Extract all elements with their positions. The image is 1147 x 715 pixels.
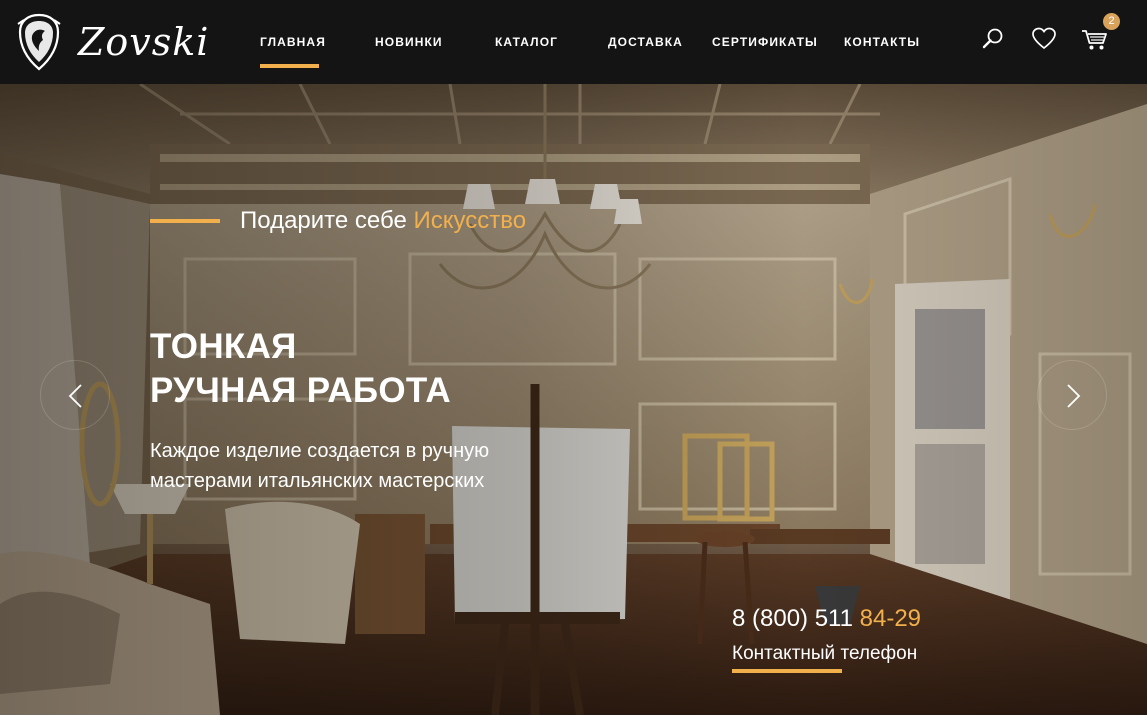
slider-prev-button[interactable] [40, 360, 110, 430]
nav-item-home[interactable]: ГЛАВНАЯ [260, 35, 326, 49]
cart-count-badge: 2 [1103, 13, 1120, 30]
logo[interactable]: Zovski [14, 12, 209, 72]
nav-item-delivery[interactable]: ДОСТАВКА [608, 35, 683, 49]
tagline-accent: Искусство [413, 207, 527, 234]
chevron-right-icon [1067, 384, 1081, 408]
crest-icon [17, 13, 61, 71]
hero-title: ТОНКАЯ РУЧНАЯ РАБОТА [150, 325, 451, 413]
phone-underline [732, 669, 842, 673]
tagline-prefix: Подарите себе [240, 207, 414, 234]
hero-tagline: Подарите себе Искусство [240, 207, 526, 235]
active-nav-indicator [260, 64, 319, 68]
hero-subtitle-line2: мастерами итальянских мастерских [150, 470, 485, 492]
hero-slider: Подарите себе Искусство ТОНКАЯ РУЧНАЯ РА… [0, 84, 1147, 715]
phone-accent: 84-29 [859, 605, 922, 632]
nav-item-contacts[interactable]: КОНТАКТЫ [844, 35, 920, 49]
hero-subtitle-line1: Каждое изделие создается в ручную [150, 440, 490, 462]
nav-item-new[interactable]: НОВИНКИ [375, 35, 443, 49]
heart-icon[interactable] [1031, 26, 1057, 52]
chevron-left-icon [68, 384, 82, 408]
cart-icon[interactable] [1081, 26, 1109, 52]
hero-title-line1: ТОНКАЯ [150, 327, 297, 366]
search-icon[interactable] [980, 26, 1006, 52]
nav-item-certificates[interactable]: СЕРТИФИКАТЫ [712, 35, 818, 49]
brand-name: Zovski [78, 20, 210, 64]
site-header: Zovski ГЛАВНАЯ НОВИНКИ КАТАЛОГ ДОСТАВКА … [0, 0, 1147, 84]
tagline-line [150, 219, 220, 223]
hero-title-line2: РУЧНАЯ РАБОТА [150, 371, 451, 410]
phone-main: 8 (800) 511 [732, 605, 860, 632]
nav-item-catalog[interactable]: КАТАЛОГ [495, 35, 558, 49]
slider-next-button[interactable] [1037, 360, 1107, 430]
hero-subtitle: Каждое изделие создается в ручную мастер… [150, 436, 489, 496]
phone-label: Контактный телефон [732, 643, 918, 664]
contact-phone[interactable]: 8 (800) 511 84-29 [732, 605, 921, 633]
